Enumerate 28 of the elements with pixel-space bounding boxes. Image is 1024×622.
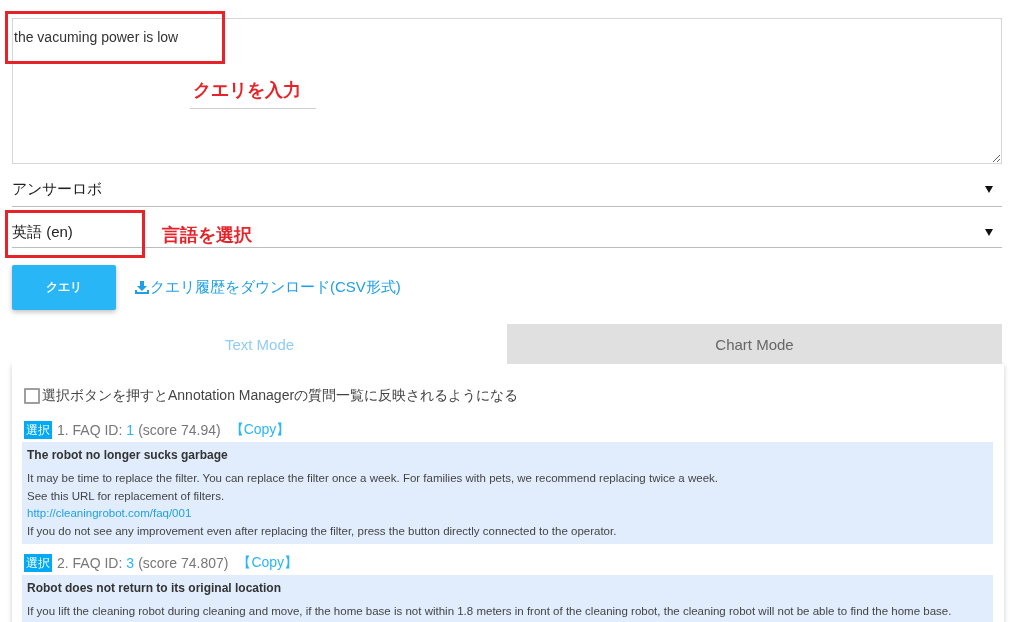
caret-icon bbox=[985, 185, 993, 193]
select-button[interactable]: 選択 bbox=[24, 553, 52, 572]
answer-text: See this URL for replacement of filters. bbox=[27, 488, 226, 504]
result-label: 1. FAQ ID: bbox=[57, 422, 123, 438]
faq-id-link[interactable]: 3 bbox=[126, 554, 135, 571]
score-text: (score 74.94) bbox=[138, 422, 221, 438]
copy-link[interactable]: 【Copy】 bbox=[229, 421, 291, 439]
answer-text: If you lift the cleaning robot during cleaning and move, if the home base is not within 1.8 meters in front of the cleaning robot, the cleaning robot will not be able to find the home base. bbox=[27, 603, 953, 619]
answer-title: The robot no longer sucks garbage bbox=[27, 447, 229, 464]
result-label: 2. FAQ ID: bbox=[57, 554, 123, 571]
answer-text: If you do not see any improvement even after replacing the filter, press the button directly connected to the operator. bbox=[27, 524, 618, 540]
checkbox-label: 選択ボタンを押すとAnnotation Managerの質問一覧に反映されるようになる bbox=[42, 387, 519, 405]
download-link[interactable]: クエリ履歴をダウンロード(CSV形式) bbox=[135, 278, 401, 297]
download-icon bbox=[135, 281, 149, 294]
answer-text: It may be time to replace the filter. You can replace the filter once a week. For families with pets, we recommend replacing twice a week. bbox=[27, 471, 719, 486]
select-button[interactable]: 選択 bbox=[24, 421, 52, 439]
caret-icon bbox=[985, 228, 993, 236]
checkbox[interactable] bbox=[24, 388, 40, 404]
annotation-label: 言語を選択 bbox=[162, 224, 252, 247]
dropdown-select[interactable]: アンサーロボ bbox=[12, 164, 1002, 207]
query-button[interactable]: クエリ bbox=[12, 265, 116, 310]
faq-id-link[interactable]: 1 bbox=[126, 422, 135, 438]
score-text: (score 74.807) bbox=[138, 554, 229, 571]
answer-title: Robot does not return to its original location bbox=[27, 579, 282, 597]
annotation-label: クエリを入力 bbox=[190, 78, 316, 109]
answer-link[interactable]: http://cleaningrobot.com/faq/001 bbox=[27, 505, 192, 524]
mode-tab[interactable]: Chart Mode bbox=[507, 324, 1002, 364]
copy-link[interactable]: 【Copy】 bbox=[237, 553, 299, 572]
